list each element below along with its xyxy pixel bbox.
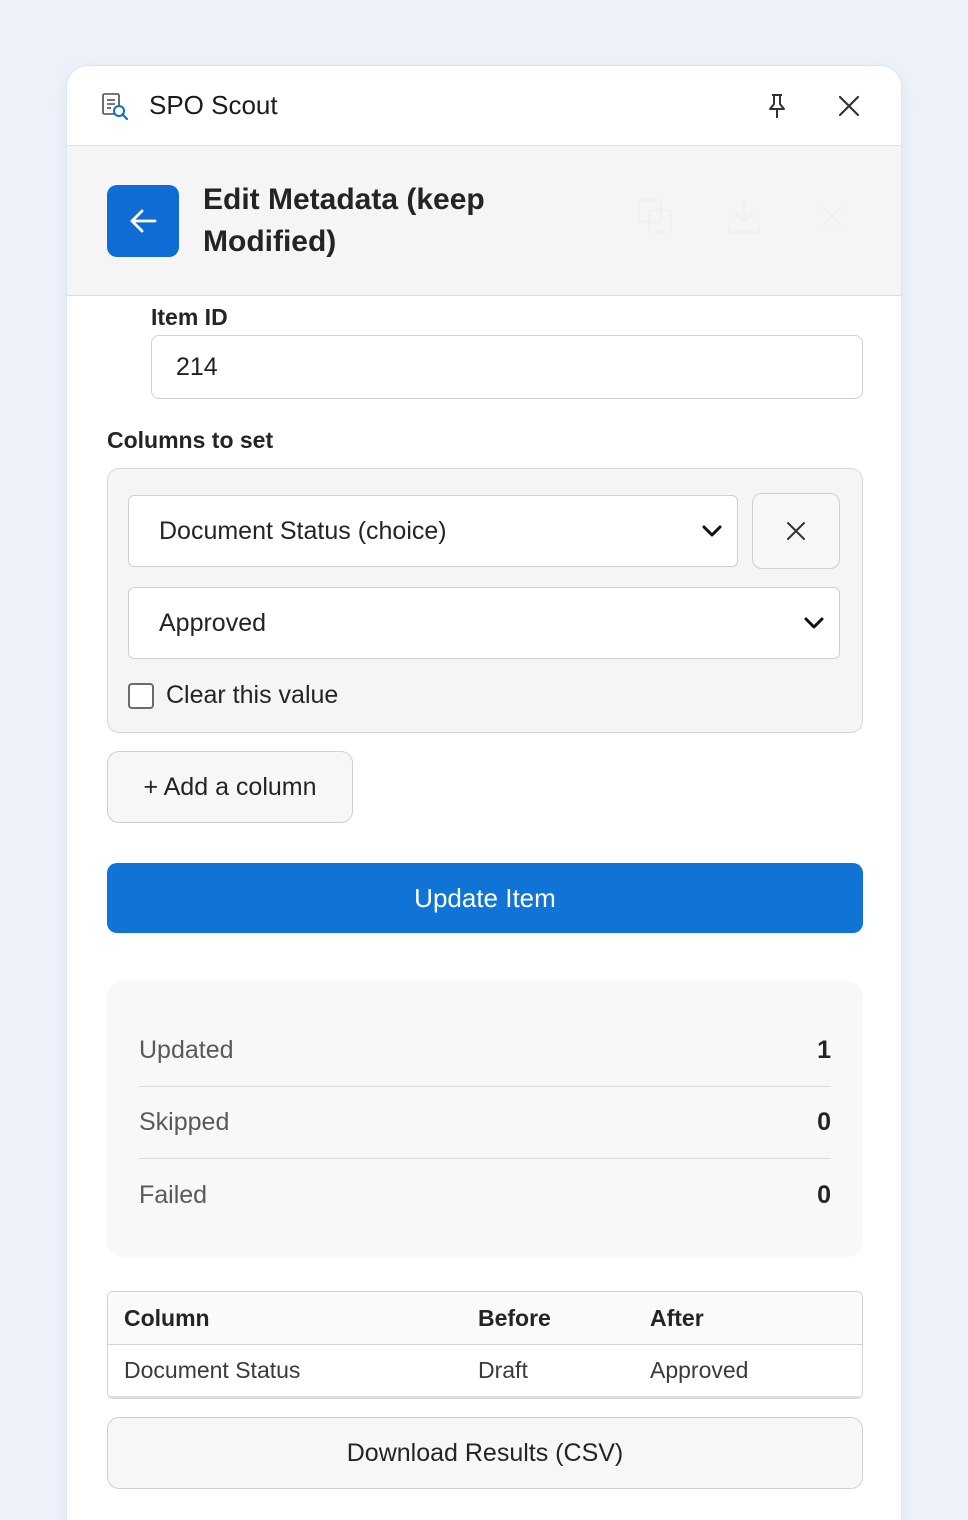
download-icon[interactable] xyxy=(723,196,765,238)
scout-panel: SPO Scout Edit Metadata (keep Modified) xyxy=(66,65,902,1520)
close-icon xyxy=(838,95,860,116)
table-cell: Approved xyxy=(650,1357,749,1383)
header-actions xyxy=(635,196,853,238)
page-header: Edit Metadata (keep Modified) xyxy=(67,146,901,296)
clear-value-row: Clear this value xyxy=(128,681,842,710)
table-row: Document Status Draft Approved xyxy=(108,1345,862,1398)
stat-value: 1 xyxy=(817,1036,831,1064)
value-select-value: Approved xyxy=(159,608,267,637)
chevron-down-icon xyxy=(702,525,722,537)
stat-row-skipped: Skipped 0 xyxy=(139,1087,831,1159)
column-select[interactable]: Document Status (choice) xyxy=(128,495,738,567)
value-select[interactable]: Approved xyxy=(128,587,840,659)
item-id-label: Item ID xyxy=(151,304,228,330)
stat-label: Updated xyxy=(139,1036,234,1064)
column-header: After xyxy=(650,1304,704,1331)
clear-value-label: Clear this value xyxy=(166,681,339,709)
pin-button[interactable] xyxy=(757,86,797,126)
page-title: Edit Metadata (keep Modified) xyxy=(203,182,485,258)
stat-row-failed: Failed 0 xyxy=(139,1159,831,1231)
stat-row-updated: Updated 1 xyxy=(139,1015,831,1087)
summary-card: Updated 1 Skipped 0 Failed 0 xyxy=(107,981,863,1257)
stat-value: 0 xyxy=(817,1108,831,1136)
chevron-down-icon xyxy=(804,617,824,629)
document-search-icon xyxy=(102,92,129,120)
item-id-input[interactable]: 214 xyxy=(151,335,863,399)
close-icon[interactable] xyxy=(811,196,853,238)
title-bar: SPO Scout xyxy=(67,66,901,146)
clear-value-checkbox[interactable] xyxy=(128,682,154,709)
arrow-left-icon xyxy=(130,209,157,232)
app-title: SPO Scout xyxy=(149,90,278,120)
column-header: Before xyxy=(478,1304,551,1331)
table-cell: Draft xyxy=(478,1357,528,1383)
stat-label: Skipped xyxy=(139,1108,230,1136)
download-csv-button[interactable]: Download Results (CSV) xyxy=(107,1417,863,1489)
form-content: Item ID 214 Columns to set Document Stat… xyxy=(67,304,901,1489)
update-item-button[interactable]: Update Item xyxy=(107,863,863,933)
add-column-button[interactable]: + Add a column xyxy=(107,751,353,823)
column-editor: Document Status (choice) Approved Clear … xyxy=(107,468,863,733)
column-header: Column xyxy=(124,1304,210,1331)
remove-column-button[interactable] xyxy=(752,493,840,569)
stat-value: 0 xyxy=(817,1180,831,1209)
table-cell: Document Status xyxy=(124,1357,301,1383)
results-table: Column Before After Document Status Draf… xyxy=(107,1291,863,1399)
stat-label: Failed xyxy=(139,1180,208,1209)
column-select-value: Document Status (choice) xyxy=(159,516,447,545)
table-header: Column Before After xyxy=(108,1292,862,1345)
close-window-button[interactable] xyxy=(829,86,869,126)
pin-icon xyxy=(769,93,785,118)
close-icon xyxy=(787,522,805,540)
copy-icon[interactable] xyxy=(635,196,677,238)
back-button[interactable] xyxy=(107,184,179,257)
columns-label: Columns to set xyxy=(107,427,274,453)
